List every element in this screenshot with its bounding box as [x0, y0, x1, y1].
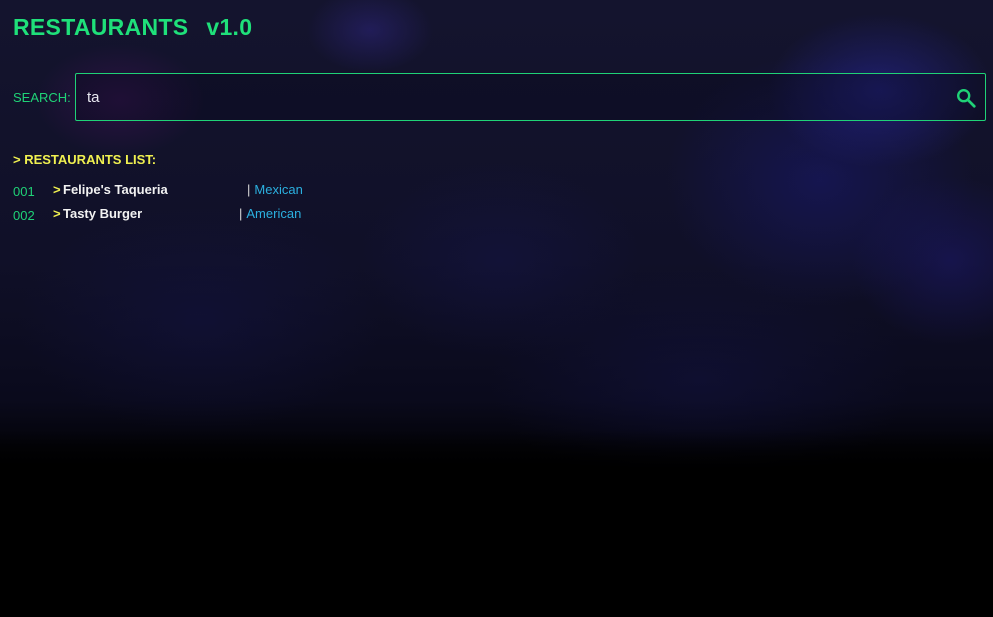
- restaurant-name[interactable]: Tasty Burger: [63, 206, 142, 221]
- app-version: v1.0: [206, 14, 253, 40]
- app-title-text: RESTAURANTS: [13, 14, 189, 40]
- restaurant-category-label: Mexican: [254, 182, 303, 197]
- search-icon[interactable]: [955, 87, 977, 109]
- restaurant-category-label: American: [246, 206, 302, 221]
- restaurants-list-header: > RESTAURANTS LIST:: [13, 152, 157, 167]
- restaurant-category: | American: [239, 206, 301, 221]
- search-input[interactable]: [87, 74, 927, 120]
- restaurant-category: | Mexican: [247, 182, 303, 197]
- category-separator: |: [239, 206, 243, 221]
- search-label: SEARCH:: [13, 90, 71, 105]
- restaurant-row[interactable]: 002 > Tasty Burger | American: [13, 206, 333, 226]
- app-root: RESTAURANTS v1.0 SEARCH: > RESTAURANTS LI…: [0, 0, 993, 617]
- restaurant-number: 002: [13, 208, 35, 223]
- search-box[interactable]: [75, 73, 986, 121]
- category-separator: |: [247, 182, 251, 197]
- restaurant-number: 001: [13, 184, 35, 199]
- row-arrow: >: [53, 182, 61, 197]
- restaurant-name[interactable]: Felipe's Taqueria: [63, 182, 168, 197]
- app-title: RESTAURANTS v1.0: [13, 14, 252, 41]
- row-arrow: >: [53, 206, 61, 221]
- restaurant-row[interactable]: 001 > Felipe's Taqueria | Mexican: [13, 182, 333, 202]
